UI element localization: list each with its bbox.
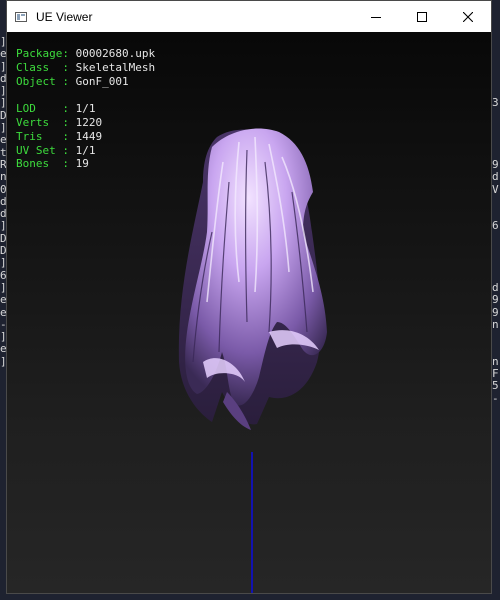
minimize-button[interactable] <box>353 1 399 32</box>
window-title: UE Viewer <box>36 9 93 24</box>
mesh-info-panel: Package: 00002680.upk Class : SkeletalMe… <box>16 47 155 171</box>
uvset-label: UV Set : <box>16 143 69 157</box>
maximize-button[interactable] <box>399 1 445 32</box>
package-label: Package: <box>16 47 69 60</box>
bones-label: Bones : <box>16 157 69 171</box>
object-label: Object : <box>16 74 69 88</box>
close-button[interactable] <box>445 1 491 32</box>
tris-label: Tris : <box>16 129 69 143</box>
axis-line <box>251 452 253 593</box>
lod-label: LOD : <box>16 102 69 116</box>
info-uvset: UV Set : 1/1 <box>16 144 155 158</box>
title-bar[interactable]: UE Viewer <box>7 1 491 32</box>
background-console-right: 3 9 d V 6 d 9 9 n n F 5 - <box>492 96 499 405</box>
info-tris: Tris : 1449 <box>16 130 155 144</box>
info-bones: Bones : 19 <box>16 157 155 171</box>
3d-viewport[interactable]: Package: 00002680.upk Class : SkeletalMe… <box>7 32 491 593</box>
verts-label: Verts : <box>16 115 69 129</box>
info-object: Object : GonF_001 <box>16 75 155 89</box>
tris-value: 1449 <box>75 129 103 143</box>
class-value: SkeletalMesh <box>75 60 156 74</box>
info-class: Class : SkeletalMesh <box>16 61 155 75</box>
bones-value: 19 <box>75 157 89 171</box>
info-package: Package: 00002680.upk <box>16 47 155 61</box>
minimize-icon <box>371 16 381 18</box>
maximize-icon <box>417 11 427 22</box>
package-value: 00002680.upk <box>75 47 156 60</box>
object-value: GonF_001 <box>75 74 129 88</box>
app-window-icon <box>15 11 27 22</box>
close-icon <box>463 11 473 22</box>
class-label: Class : <box>16 60 69 74</box>
lod-value: 1/1 <box>75 102 96 116</box>
uvset-value: 1/1 <box>75 143 96 157</box>
ue-viewer-window: UE Viewer Package: 00002680.upk Class: … <box>6 0 492 594</box>
info-verts: Verts : 1220 <box>16 116 155 130</box>
info-lod: LOD : 1/1 <box>16 102 155 116</box>
verts-value: 1220 <box>75 115 103 129</box>
